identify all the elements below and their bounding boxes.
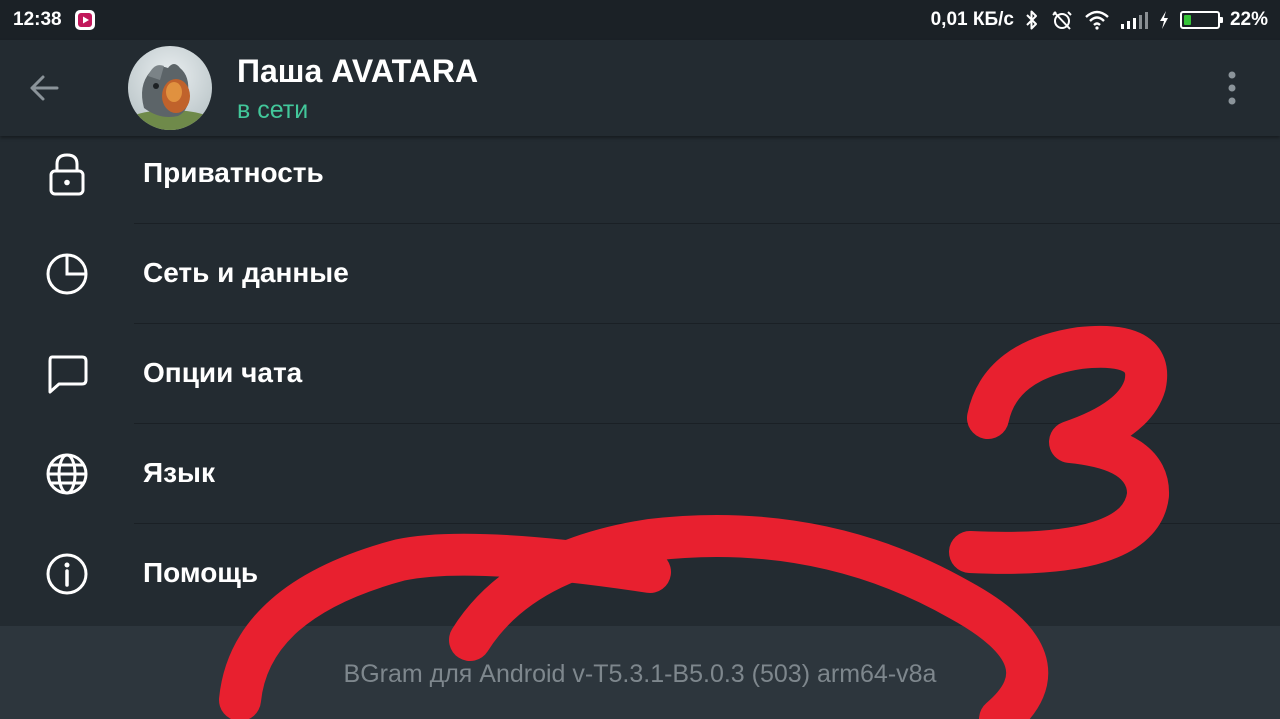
arrow-left-icon	[30, 75, 59, 101]
network-speed: 0,01 КБ/с	[930, 9, 1014, 30]
charging-icon	[1158, 10, 1170, 30]
settings-item-network[interactable]: Сеть и данные	[0, 224, 1280, 324]
settings-list: Приватность Сеть и данные Опции чата Язы…	[0, 124, 1280, 626]
app-version-text: BGram для Android v-T5.3.1-B5.0.3 (503) …	[343, 660, 937, 688]
signal-icon	[1120, 10, 1148, 30]
settings-item-label: Опции чата	[143, 357, 303, 388]
telegram-settings-screen: 12:38 0,01 КБ/с 22% Паша AVATARA в сети …	[0, 0, 1280, 719]
globe-icon	[44, 451, 90, 497]
settings-item-privacy[interactable]: Приватность	[0, 124, 1280, 224]
settings-item-label: Язык	[143, 457, 215, 488]
settings-item-label: Приватность	[143, 157, 324, 188]
status-right-group: 0,01 КБ/с 22%	[931, 9, 1268, 31]
app-version-footer: BGram для Android v-T5.3.1-B5.0.3 (503) …	[0, 626, 1280, 719]
lock-icon	[44, 151, 90, 197]
battery-level	[1183, 15, 1191, 25]
alarm-off-icon	[1050, 9, 1074, 31]
pie-chart-icon	[44, 251, 90, 297]
settings-item-chat-options[interactable]: Опции чата	[0, 324, 1280, 424]
bluetooth-icon	[1024, 9, 1040, 31]
status-time: 12:38	[13, 9, 62, 30]
battery-icon	[1179, 11, 1223, 29]
wifi-icon	[1084, 10, 1110, 30]
settings-item-language[interactable]: Язык	[0, 424, 1280, 524]
status-bar: 12:38 0,01 КБ/с 22%	[0, 0, 1280, 40]
more-vertical-icon	[1228, 71, 1236, 105]
profile-name: Паша AVATARA	[237, 53, 479, 89]
back-button[interactable]	[16, 60, 72, 116]
avatar[interactable]	[128, 46, 212, 130]
settings-item-label: Сеть и данные	[143, 257, 349, 288]
chat-header: Паша AVATARA в сети	[0, 40, 1280, 136]
settings-item-help[interactable]: Помощь	[0, 524, 1280, 624]
info-icon	[44, 551, 90, 597]
app-notification-icon	[74, 9, 96, 31]
more-options-button[interactable]	[1210, 64, 1254, 112]
battery-percent: 22%	[1229, 9, 1268, 30]
settings-item-label: Помощь	[143, 557, 259, 588]
chat-bubble-icon	[44, 351, 90, 397]
avatar-image	[128, 46, 212, 130]
online-status: в сети	[237, 96, 309, 124]
